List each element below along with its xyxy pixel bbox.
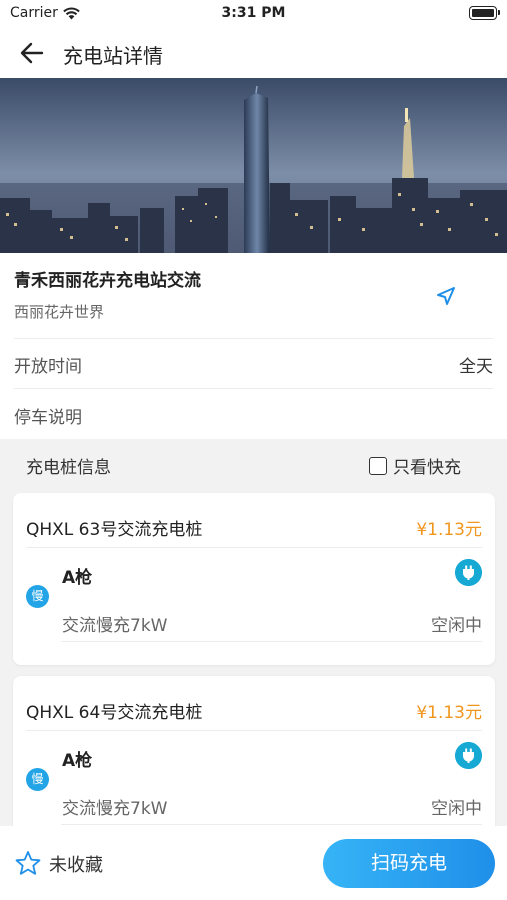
scan-charge-button[interactable]: 扫码充电 — [323, 839, 495, 888]
station-address: 西丽花卉世界 — [14, 303, 105, 321]
station-name: 青禾西丽花卉充电站交流 — [14, 271, 201, 291]
star-icon — [15, 851, 41, 875]
nav-bar: 充电站详情 — [0, 28, 507, 78]
pile-section-header: 充电桩信息 只看快充 — [0, 439, 507, 487]
divider — [26, 547, 482, 548]
charge-type: 交流慢充7kW — [62, 616, 168, 636]
open-time-label: 开放时间 — [14, 357, 82, 377]
favorite-button[interactable]: 未收藏 — [14, 850, 103, 877]
plug-icon — [455, 742, 482, 769]
divider — [61, 824, 482, 825]
battery-icon — [469, 6, 500, 20]
divider — [61, 641, 482, 642]
divider — [14, 338, 493, 339]
open-time-value: 全天 — [459, 357, 493, 377]
pile-price: ¥1.13元 — [416, 703, 482, 723]
checkbox-icon[interactable] — [369, 456, 387, 475]
pile-card[interactable]: QHXL 63号交流充电桩 ¥1.13元 慢 A枪 交流慢充7kW 空闲中 — [13, 493, 495, 665]
pile-status: 空闲中 — [431, 616, 482, 636]
status-bar: Carrier 3:31 PM — [0, 0, 507, 28]
pile-card[interactable]: QHXL 64号交流充电桩 ¥1.13元 慢 A枪 交流慢充7kW 空闲中 — [13, 676, 495, 848]
pile-name: QHXL 64号交流充电桩 — [26, 703, 203, 723]
fast-only-label: 只看快充 — [393, 458, 461, 478]
status-time: 3:31 PM — [221, 5, 286, 21]
station-photo — [0, 78, 507, 253]
bottom-action-bar: 未收藏 扫码充电 — [0, 826, 507, 900]
pile-price: ¥1.13元 — [416, 520, 482, 540]
navigate-icon[interactable] — [434, 284, 458, 308]
pile-section-title: 充电桩信息 — [26, 458, 111, 478]
parking-label[interactable]: 停车说明 — [14, 403, 82, 428]
plug-icon — [455, 559, 482, 586]
divider — [26, 730, 482, 731]
gun-label: A枪 — [62, 568, 93, 588]
slow-charge-badge: 慢 — [26, 768, 49, 791]
page-title: 充电站详情 — [63, 44, 163, 68]
pile-status: 空闲中 — [431, 799, 482, 819]
pile-name: QHXL 63号交流充电桩 — [26, 520, 203, 540]
divider — [14, 388, 493, 389]
fast-only-filter[interactable]: 只看快充 — [369, 453, 461, 478]
station-info: 青禾西丽花卉充电站交流 西丽花卉世界 开放时间 全天 停车说明 — [0, 253, 507, 439]
gun-label: A枪 — [62, 751, 93, 771]
charge-type: 交流慢充7kW — [62, 799, 168, 819]
favorite-label: 未收藏 — [49, 854, 103, 876]
slow-charge-badge: 慢 — [26, 585, 49, 608]
back-arrow-icon[interactable] — [18, 40, 46, 66]
